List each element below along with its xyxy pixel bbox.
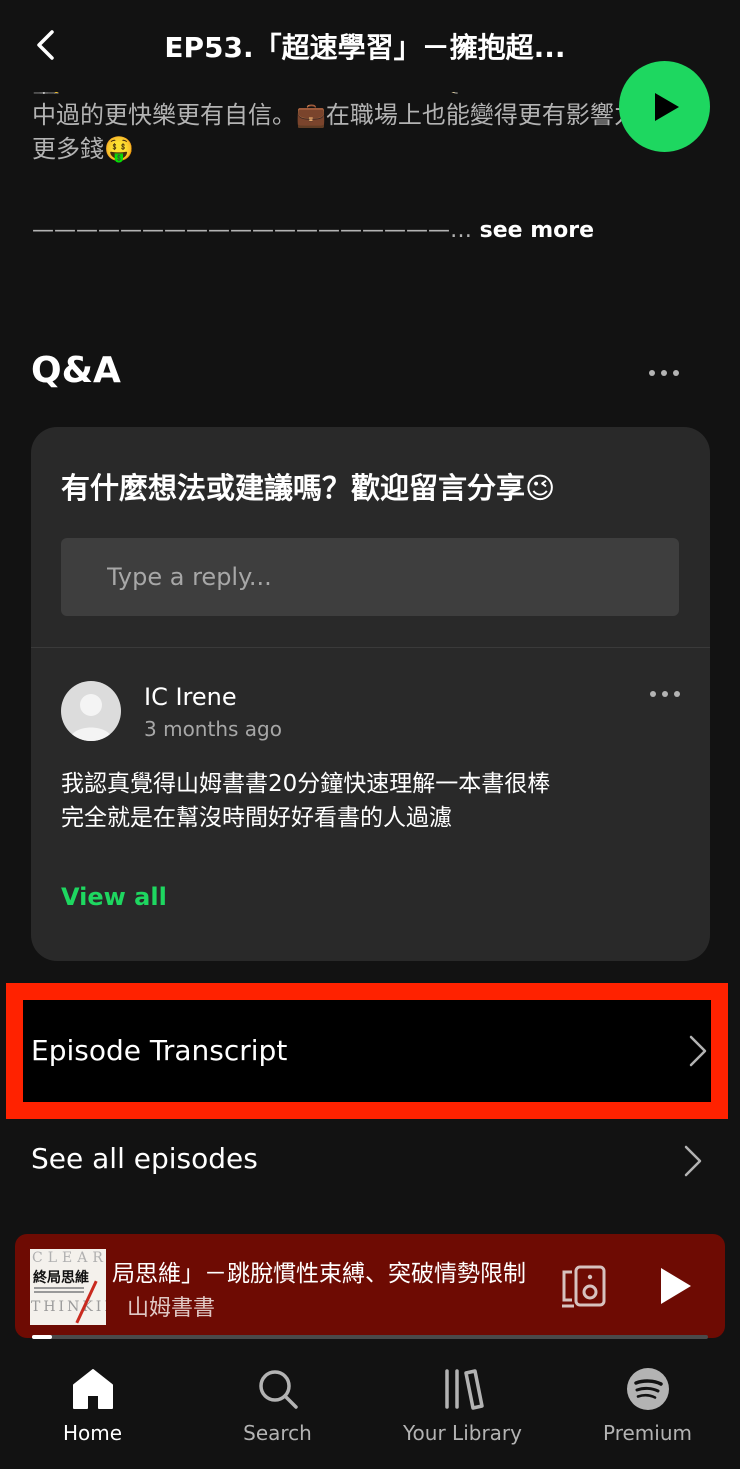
card-divider	[31, 647, 710, 648]
album-cover: CLEAR 終局思維 THINKING	[30, 1249, 106, 1325]
qa-section-title: Q&A	[31, 350, 121, 391]
bottom-navigation: Home Search Your Library Premium	[0, 1345, 740, 1469]
mini-player-play-icon[interactable]	[655, 1266, 695, 1306]
cover-small-text	[34, 1287, 84, 1295]
dot-icon	[650, 691, 656, 697]
dot-icon	[649, 370, 655, 376]
comment-text: 我認真覺得山姆書書20分鐘快速理解一本書很棒 完全就是在幫沒時間好好看書的人過濾	[61, 767, 550, 835]
dot-icon	[674, 691, 680, 697]
qa-card: 有什麼想法或建議嗎？歡迎留言分享😉 IC Irene 3 months ago …	[31, 427, 710, 961]
cover-thinking-text: THINKING	[31, 1299, 106, 1315]
playback-progress-bar[interactable]	[32, 1335, 708, 1339]
view-all-link[interactable]: View all	[61, 883, 167, 911]
nav-home-label: Home	[62, 1421, 123, 1445]
nav-library-label: Your Library	[403, 1421, 522, 1445]
episode-description: 🕵️ 如果另一個所的的學習方法的話，✏️就可以讓自己在自 中過的更快樂更有自信。…	[32, 86, 708, 166]
comment-text-line-1: 我認真覺得山姆書書20分鐘快速理解一本書很棒	[61, 771, 551, 797]
library-icon	[444, 1369, 484, 1410]
nav-premium[interactable]: Premium	[555, 1345, 740, 1469]
reply-input[interactable]	[61, 538, 679, 616]
description-line-1: 中過的更快樂更有自信。💼在職場上也能變得更有影響力，賺	[32, 101, 686, 129]
nav-library[interactable]: Your Library	[370, 1345, 555, 1469]
play-episode-button[interactable]	[619, 61, 710, 152]
see-all-episodes-label: See all episodes	[31, 1142, 258, 1175]
description-line-2: 更多錢🤑	[32, 135, 134, 163]
description-divider: ———————————————————… see more	[32, 218, 594, 243]
see-more-link[interactable]: see more	[472, 218, 594, 243]
comment-more-options-button[interactable]	[641, 679, 689, 709]
dot-icon	[662, 691, 668, 697]
see-all-episodes-row[interactable]: See all episodes	[0, 1125, 740, 1197]
dot-icon	[673, 370, 679, 376]
search-icon	[258, 1370, 298, 1409]
cover-clear-text: CLEAR	[32, 1250, 106, 1266]
nav-premium-label: Premium	[603, 1421, 692, 1445]
chevron-right-icon	[689, 1035, 707, 1067]
qa-question: 有什麼想法或建議嗎？歡迎留言分享😉	[61, 471, 556, 505]
dot-icon	[661, 370, 667, 376]
user-silhouette-icon	[69, 694, 113, 741]
playback-progress-fill	[32, 1335, 53, 1339]
home-icon	[72, 1369, 113, 1409]
connect-device-icon[interactable]	[560, 1264, 608, 1310]
episode-transcript-row[interactable]: Episode Transcript	[6, 983, 728, 1119]
spotify-icon	[626, 1368, 669, 1410]
comment-text-line-2: 完全就是在幫沒時間好好看書的人過濾	[61, 805, 452, 831]
chevron-right-icon	[684, 1145, 702, 1177]
avatar[interactable]	[61, 681, 121, 741]
mini-player[interactable]: CLEAR 終局思維 THINKING 局思維」－跳脫慣性束縛、突破情勢限制 山…	[15, 1234, 725, 1338]
mini-player-track-title: 局思維」－跳脫慣性束縛、突破情勢限制	[112, 1261, 526, 1287]
nav-search[interactable]: Search	[185, 1345, 370, 1469]
back-button[interactable]	[28, 28, 62, 62]
page-title: EP53.「超速學習」－擁抱超...	[164, 31, 566, 64]
nav-search-label: Search	[243, 1421, 312, 1445]
comment-author[interactable]: IC Irene	[144, 683, 237, 711]
cover-title-text: 終局思維	[33, 1270, 89, 1286]
mini-player-artist: 山姆書書	[127, 1296, 216, 1321]
comment-timestamp: 3 months ago	[144, 717, 282, 741]
play-icon	[654, 92, 679, 121]
episode-transcript-label: Episode Transcript	[31, 1034, 288, 1067]
divider-text: ———————————————————…	[32, 218, 472, 243]
chevron-left-icon	[37, 30, 54, 60]
qa-more-options-button[interactable]	[640, 356, 688, 390]
nav-home[interactable]: Home	[0, 1345, 185, 1469]
